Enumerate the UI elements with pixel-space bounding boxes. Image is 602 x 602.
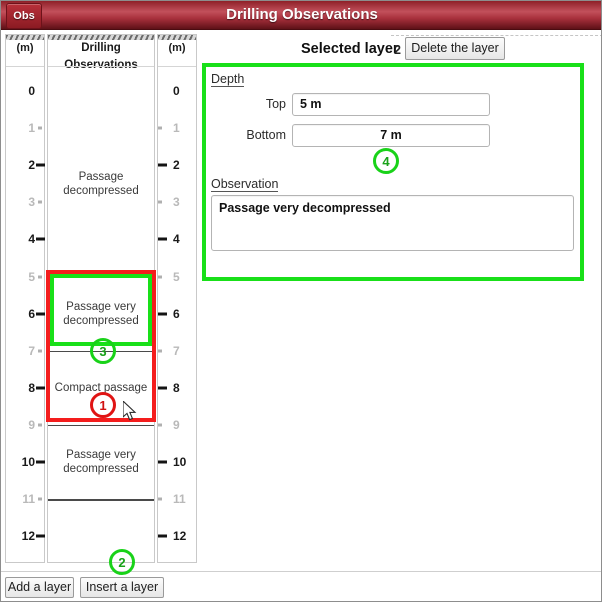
bottom-depth-input[interactable]: 7 m bbox=[292, 124, 490, 147]
depth-tick-left-10 bbox=[36, 460, 45, 464]
depth-label-left-12: 12 bbox=[21, 529, 35, 544]
depth-label-left-9: 9 bbox=[28, 417, 35, 432]
delete-layer-button[interactable]: Delete the layer bbox=[405, 37, 505, 60]
selected-layer-label: Selected layer bbox=[301, 41, 399, 57]
depth-tick-left-6 bbox=[36, 312, 45, 316]
selected-layer-row: Selected layer 2 Delete the layer bbox=[198, 37, 601, 60]
depth-label-right-12: 12 bbox=[173, 529, 187, 544]
drilling-log-panel: (m) Drilling Observations (m) 0123456789… bbox=[1, 30, 198, 570]
depth-column-left: (m) bbox=[5, 34, 45, 563]
depth-tick-right-2 bbox=[158, 163, 167, 167]
depth-label-left-1: 1 bbox=[28, 121, 35, 136]
top-field-label: Top bbox=[265, 97, 286, 111]
annotation-badge-1: 1 bbox=[90, 392, 116, 418]
depth-label-right-0: 0 bbox=[173, 84, 180, 98]
depth-tick-left-8 bbox=[36, 386, 45, 390]
depth-tick-right-6 bbox=[158, 312, 167, 316]
depth-label-right-9: 9 bbox=[173, 417, 180, 432]
header-divider bbox=[158, 66, 196, 67]
depth-label-left-5: 5 bbox=[28, 269, 35, 284]
depth-tick-right-10 bbox=[158, 460, 167, 464]
layer-separator-3 bbox=[48, 424, 154, 427]
depth-tick-right-12 bbox=[158, 534, 167, 538]
depth-label-right-8: 8 bbox=[173, 380, 180, 395]
depth-tick-right-11 bbox=[158, 497, 162, 501]
layer-text-4[interactable]: Passage very decompressed bbox=[48, 448, 154, 476]
depth-label-right-6: 6 bbox=[173, 306, 180, 321]
depth-label-left-6: 6 bbox=[28, 306, 35, 321]
depth-label-left-4: 4 bbox=[28, 232, 35, 247]
depth-label-left-3: 3 bbox=[28, 195, 35, 210]
depth-label-left-11: 11 bbox=[22, 492, 35, 507]
obs-tab-label: Obs bbox=[13, 10, 35, 22]
selected-layer-number: 2 bbox=[394, 43, 401, 57]
observation-legend: Observation bbox=[211, 177, 279, 192]
depth-tick-left-7 bbox=[38, 349, 42, 353]
depth-label-right-10: 10 bbox=[173, 455, 187, 469]
depth-label-right-3: 3 bbox=[173, 195, 180, 210]
header-divider bbox=[48, 66, 154, 67]
depth-tick-left-3 bbox=[38, 200, 42, 204]
depth-tick-right-3 bbox=[158, 200, 162, 204]
depth-tick-left-11 bbox=[38, 497, 42, 501]
observations-column-header: Drilling Observations bbox=[64, 42, 138, 71]
depth-label-left-7: 7 bbox=[28, 343, 35, 358]
depth-column-right-header: (m) bbox=[168, 42, 186, 54]
depth-tick-right-7 bbox=[158, 349, 162, 353]
top-depth-input[interactable]: 5 m bbox=[292, 93, 490, 116]
depth-legend: Depth bbox=[211, 72, 245, 87]
depth-column-right: (m) bbox=[157, 34, 197, 563]
depth-tick-right-4 bbox=[158, 237, 167, 241]
annotation-badge-3: 3 bbox=[90, 338, 116, 364]
depth-tick-right-8 bbox=[158, 386, 167, 390]
add-layer-button[interactable]: Add a layer bbox=[5, 577, 74, 598]
depth-tick-left-9 bbox=[38, 423, 42, 427]
header-divider bbox=[6, 66, 44, 67]
depth-tick-left-4 bbox=[36, 237, 45, 241]
depth-tick-left-2 bbox=[36, 163, 45, 167]
bottom-toolbar: Add a layer Insert a layer bbox=[1, 571, 601, 601]
depth-tick-left-1 bbox=[38, 126, 42, 130]
bottom-field-label: Bottom bbox=[246, 128, 286, 142]
layer-detail-form: Selected layer 2 Delete the layer Depth … bbox=[198, 30, 601, 571]
depth-tick-right-9 bbox=[158, 423, 162, 427]
depth-label-right-2: 2 bbox=[173, 158, 180, 173]
form-divider bbox=[391, 35, 601, 36]
annotation-badge-2: 2 bbox=[109, 549, 135, 575]
depth-label-right-4: 4 bbox=[173, 232, 180, 247]
depth-tick-right-1 bbox=[158, 126, 162, 130]
depth-label-left-8: 8 bbox=[28, 380, 35, 395]
annotation-badge-4: 4 bbox=[373, 148, 399, 174]
insert-layer-button[interactable]: Insert a layer bbox=[80, 577, 164, 598]
layer-separator-4 bbox=[48, 499, 154, 501]
obs-tab[interactable]: Obs bbox=[6, 3, 42, 29]
mouse-cursor-icon bbox=[123, 401, 137, 421]
depth-tick-left-12 bbox=[36, 534, 45, 538]
observation-textarea[interactable]: Passage very decompressed bbox=[211, 195, 574, 251]
layer-text-1[interactable]: Passage decompressed bbox=[48, 170, 154, 198]
depth-tick-right-5 bbox=[158, 275, 162, 278]
depth-label-left-10: 10 bbox=[21, 455, 35, 469]
depth-label-left-2: 2 bbox=[28, 158, 35, 173]
depth-label-right-1: 1 bbox=[173, 121, 180, 136]
depth-label-right-11: 11 bbox=[173, 492, 186, 507]
depth-label-right-7: 7 bbox=[173, 343, 180, 358]
depth-label-left-0: 0 bbox=[28, 84, 35, 98]
window-titlebar: Drilling Observations Obs bbox=[1, 1, 601, 30]
window-title: Drilling Observations bbox=[226, 6, 378, 23]
depth-tick-left-5 bbox=[38, 275, 42, 278]
depth-column-left-header: (m) bbox=[16, 42, 34, 54]
depth-fieldset: Depth Top 5 m Bottom 7 m Observation Pas… bbox=[202, 63, 584, 281]
depth-label-right-5: 5 bbox=[173, 269, 180, 284]
drilling-observations-window: Drilling Observations Obs (m) Drilling O… bbox=[0, 0, 602, 602]
